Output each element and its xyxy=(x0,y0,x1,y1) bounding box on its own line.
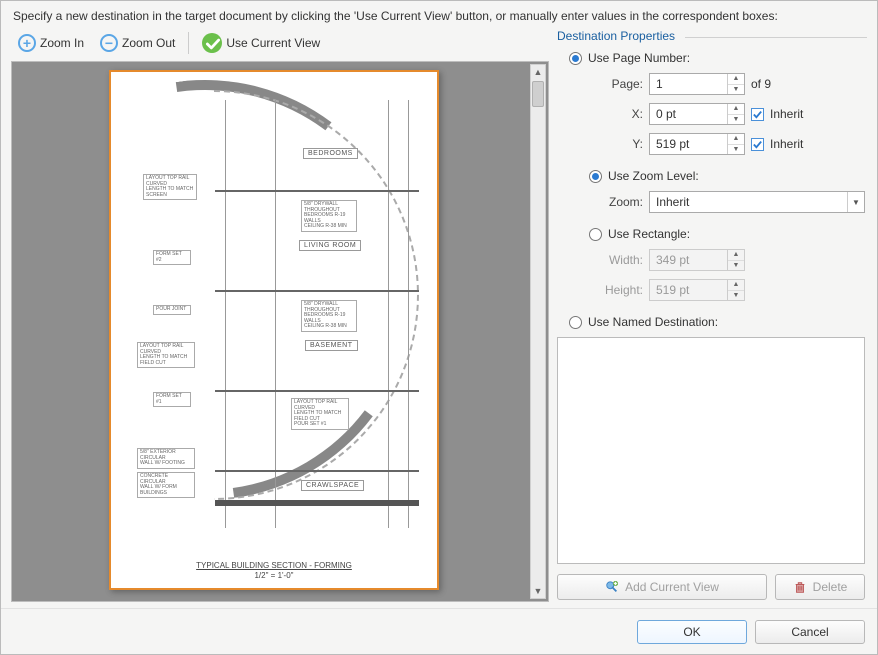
zoom-out-button[interactable]: − Zoom Out xyxy=(93,31,182,55)
properties-title: Destination Properties xyxy=(555,29,867,45)
drawing-title: TYPICAL BUILDING SECTION - FORMING 1/2" … xyxy=(111,561,437,580)
use-rectangle-radio[interactable] xyxy=(589,228,602,241)
width-label: Width: xyxy=(601,253,643,267)
cancel-label: Cancel xyxy=(791,625,828,639)
x-value: 0 pt xyxy=(656,107,676,121)
zoom-combo[interactable]: Inherit ▼ xyxy=(649,191,865,213)
toolbar-separator xyxy=(188,32,189,54)
delete-button[interactable]: Delete xyxy=(775,574,865,600)
x-label: X: xyxy=(587,107,643,121)
named-destinations-list[interactable] xyxy=(557,337,865,564)
drawing-content: BEDROOMS LIVING ROOM BASEMENT CRAWLSPACE… xyxy=(125,90,423,548)
zoom-in-label: Zoom In xyxy=(40,36,84,50)
inherit-y-checkbox[interactable] xyxy=(751,138,764,151)
check-icon xyxy=(202,33,222,53)
pin-icon xyxy=(605,580,619,594)
height-value: 519 pt xyxy=(656,283,689,297)
trash-icon xyxy=(793,580,807,594)
page-label: Page: xyxy=(587,77,643,91)
cancel-button[interactable]: Cancel xyxy=(755,620,865,644)
add-current-view-label: Add Current View xyxy=(625,580,719,594)
of-pages-text: of 9 xyxy=(751,77,771,91)
width-value: 349 pt xyxy=(656,253,689,267)
left-column: + Zoom In − Zoom Out Use Current View xyxy=(11,29,549,602)
y-spinner[interactable]: 519 pt ▲▼ xyxy=(649,133,745,155)
use-zoom-label: Use Zoom Level: xyxy=(608,169,699,183)
use-current-view-label: Use Current View xyxy=(226,36,320,50)
use-named-radio[interactable] xyxy=(569,316,582,329)
inherit-x-label: Inherit xyxy=(770,107,803,121)
page-thumbnail: BEDROOMS LIVING ROOM BASEMENT CRAWLSPACE… xyxy=(109,70,439,590)
ok-button[interactable]: OK xyxy=(637,620,747,644)
destination-dialog: Specify a new destination in the target … xyxy=(0,0,878,655)
use-page-number-radio[interactable] xyxy=(569,52,582,65)
page-spinner[interactable]: 1 ▲▼ xyxy=(649,73,745,95)
zoom-in-button[interactable]: + Zoom In xyxy=(11,31,91,55)
use-zoom-radio[interactable] xyxy=(589,170,602,183)
width-spinner: 349 pt ▲▼ xyxy=(649,249,745,271)
properties-panel: Destination Properties Use Page Number: … xyxy=(555,29,867,602)
use-current-view-button[interactable]: Use Current View xyxy=(195,31,327,55)
y-value: 519 pt xyxy=(656,137,689,151)
scroll-down-icon: ▼ xyxy=(531,584,545,598)
scroll-thumb[interactable] xyxy=(532,81,544,107)
zoom-out-label: Zoom Out xyxy=(122,36,175,50)
use-rectangle-label: Use Rectangle: xyxy=(608,227,690,241)
scroll-up-icon: ▲ xyxy=(531,65,545,79)
use-page-number-label: Use Page Number: xyxy=(588,51,690,65)
toolbar: + Zoom In − Zoom Out Use Current View xyxy=(11,29,549,61)
properties-body: Use Page Number: Page: 1 ▲▼ of 9 X: 0 pt… xyxy=(555,45,867,602)
use-named-label: Use Named Destination: xyxy=(588,315,718,329)
zoom-value: Inherit xyxy=(656,195,689,209)
add-current-view-button[interactable]: Add Current View xyxy=(557,574,767,600)
plus-icon: + xyxy=(18,34,36,52)
dialog-footer: OK Cancel xyxy=(1,608,877,654)
x-spinner[interactable]: 0 pt ▲▼ xyxy=(649,103,745,125)
instruction-text: Specify a new destination in the target … xyxy=(1,1,877,29)
height-label: Height: xyxy=(601,283,643,297)
ok-label: OK xyxy=(683,625,700,639)
chevron-down-icon: ▼ xyxy=(847,192,864,212)
height-spinner: 519 pt ▲▼ xyxy=(649,279,745,301)
document-preview[interactable]: BEDROOMS LIVING ROOM BASEMENT CRAWLSPACE… xyxy=(11,61,549,602)
zoom-label: Zoom: xyxy=(601,195,643,209)
main-row: + Zoom In − Zoom Out Use Current View xyxy=(1,29,877,608)
y-label: Y: xyxy=(587,137,643,151)
inherit-x-checkbox[interactable] xyxy=(751,108,764,121)
page-value: 1 xyxy=(656,77,663,91)
inherit-y-label: Inherit xyxy=(770,137,803,151)
delete-label: Delete xyxy=(813,580,848,594)
minus-icon: − xyxy=(100,34,118,52)
preview-scrollbar[interactable]: ▲ ▼ xyxy=(530,64,546,599)
